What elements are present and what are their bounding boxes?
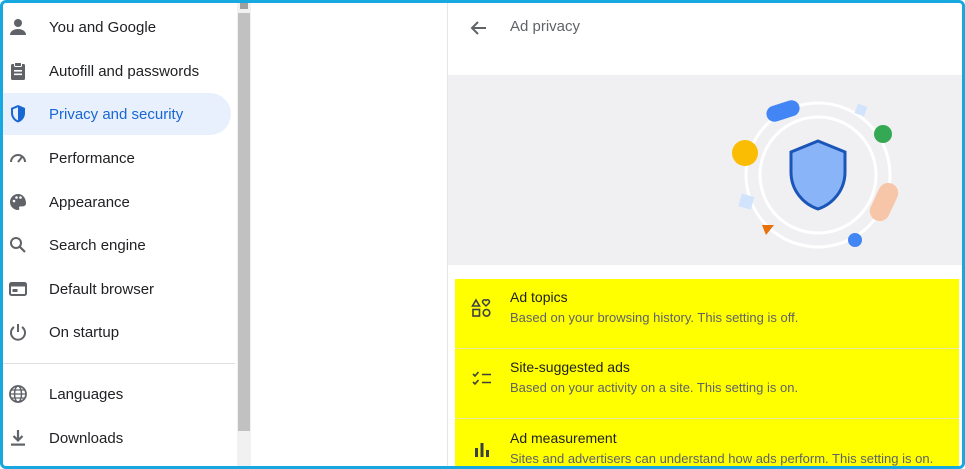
page-header: Ad privacy	[448, 3, 962, 63]
sidebar-item-downloads[interactable]: Downloads	[3, 417, 231, 459]
privacy-illustration-art	[732, 100, 899, 249]
ad-privacy-panel: Ad privacy Ad topics Based on your brows…	[447, 3, 962, 466]
sidebar-item-on-startup[interactable]: On startup	[3, 311, 231, 353]
setting-title: Ad topics	[510, 289, 568, 305]
scroll-thumb[interactable]	[238, 13, 250, 431]
window-frame: You and Google Autofill and passwords Pr…	[0, 0, 965, 469]
setting-description: Based on your browsing history. This set…	[510, 310, 799, 325]
search-icon	[7, 234, 29, 256]
ad-privacy-settings-list: Ad topics Based on your browsing history…	[455, 279, 959, 466]
row-divider	[455, 418, 959, 419]
setting-row-site-suggested-ads[interactable]: Site-suggested ads Based on your activit…	[455, 349, 959, 417]
speedometer-icon	[7, 147, 29, 169]
sidebar-item-label: Search engine	[49, 236, 146, 254]
sidebar-item-search-engine[interactable]: Search engine	[3, 224, 231, 266]
sidebar-item-you-and-google[interactable]: You and Google	[3, 6, 231, 48]
setting-row-ad-topics[interactable]: Ad topics Based on your browsing history…	[455, 279, 959, 347]
globe-icon	[7, 383, 29, 405]
palette-icon	[7, 191, 29, 213]
scroll-up-arrow[interactable]	[240, 3, 248, 9]
sidebar-divider	[3, 363, 235, 364]
sidebar-item-default-browser[interactable]: Default browser	[3, 268, 231, 310]
clipboard-icon	[7, 60, 29, 82]
sidebar-item-privacy-security[interactable]: Privacy and security	[3, 93, 231, 135]
sidebar-item-label: Downloads	[49, 429, 124, 447]
sidebar-item-label: On startup	[49, 323, 120, 341]
sidebar-item-appearance[interactable]: Appearance	[3, 181, 231, 223]
browser-icon	[7, 278, 29, 300]
sidebar-item-label: Languages	[49, 385, 124, 403]
sidebar-item-languages[interactable]: Languages	[3, 373, 231, 415]
bar-chart-icon	[471, 438, 493, 460]
sidebar-item-label: Autofill and passwords	[49, 62, 200, 80]
sidebar-item-label: Appearance	[49, 193, 130, 211]
setting-title: Ad measurement	[510, 430, 617, 446]
ad-privacy-illustration	[448, 75, 962, 265]
download-icon	[7, 427, 29, 449]
settings-sidebar: You and Google Autofill and passwords Pr…	[3, 3, 235, 466]
page-title: Ad privacy	[510, 18, 581, 35]
sidebar-item-label: Privacy and security	[49, 105, 184, 123]
sidebar-item-label: Performance	[49, 149, 135, 167]
setting-row-ad-measurement[interactable]: Ad measurement Sites and advertisers can…	[455, 420, 959, 466]
shapes-icon	[471, 297, 493, 319]
checklist-icon	[471, 367, 493, 389]
setting-title: Site-suggested ads	[510, 359, 630, 375]
sidebar-item-performance[interactable]: Performance	[3, 137, 231, 179]
setting-description: Sites and advertisers can understand how…	[510, 451, 934, 466]
back-arrow-icon[interactable]	[468, 17, 490, 39]
setting-description: Based on your activity on a site. This s…	[510, 380, 799, 395]
sidebar-item-autofill[interactable]: Autofill and passwords	[3, 50, 231, 92]
shield-icon	[7, 103, 29, 125]
sidebar-item-label: Default browser	[49, 280, 155, 298]
person-icon	[7, 16, 29, 38]
power-icon	[7, 321, 29, 343]
sidebar-scrollbar[interactable]	[237, 3, 251, 466]
sidebar-item-label: You and Google	[49, 18, 157, 36]
content-gutter	[251, 3, 447, 466]
